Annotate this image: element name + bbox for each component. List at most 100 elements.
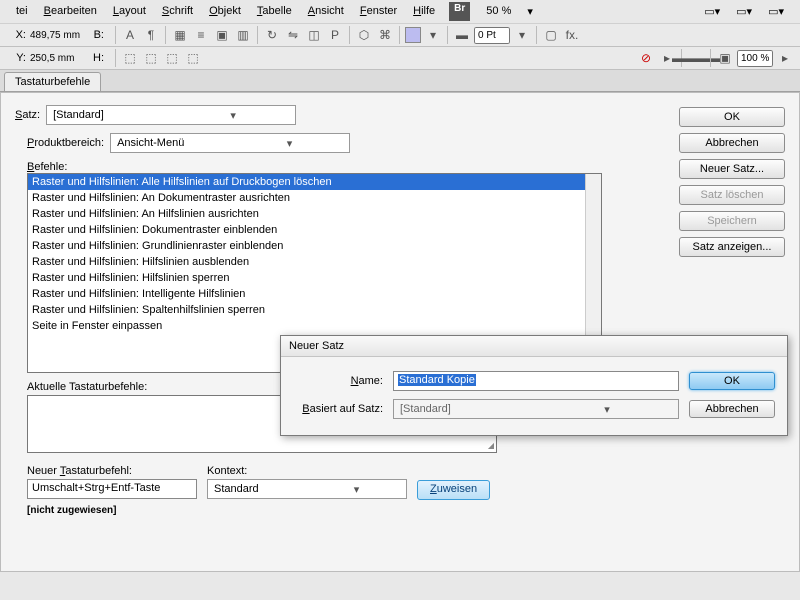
menu-object[interactable]: Objekt xyxy=(201,2,249,21)
menu-layout[interactable]: Layout xyxy=(105,2,154,21)
based-on-combo[interactable]: [Standard] ▾ xyxy=(393,399,679,419)
stroke-icon[interactable]: ▬ xyxy=(453,26,471,44)
set-combo-value: [Standard] xyxy=(47,107,171,123)
new-shortcut-input[interactable]: Umschalt+Strg+Entf-Taste xyxy=(27,479,197,499)
based-on-label: Basiert auf Satz: xyxy=(293,403,383,415)
rotate-icon[interactable]: ↻ xyxy=(263,26,281,44)
chevron-down-icon[interactable]: ▾ xyxy=(424,26,442,44)
workspace-icon[interactable]: ▭▾ xyxy=(760,2,792,21)
context-value: Standard xyxy=(208,481,307,497)
x-value[interactable]: 489,75 mm xyxy=(30,30,86,41)
ok-button[interactable]: OK xyxy=(679,107,785,127)
name-input[interactable]: Standard Kopie xyxy=(393,371,679,391)
area-combo-value: Ansicht-Menü xyxy=(111,135,230,151)
modal-title: Neuer Satz xyxy=(281,336,787,357)
resize-grip-icon[interactable]: ◢ xyxy=(488,441,494,450)
menu-edit[interactable]: Bearbeiten xyxy=(36,2,105,21)
list-item[interactable]: Raster und Hilfslinien: Dokumentraster e… xyxy=(28,222,601,238)
stroke-pt-input[interactable] xyxy=(474,27,510,44)
list-item[interactable]: Raster und Hilfslinien: An Hilfslinien a… xyxy=(28,206,601,222)
menu-bar: tei Bearbeiten Layout Schrift Objekt Tab… xyxy=(0,0,800,24)
menu-window[interactable]: Fenster xyxy=(352,2,405,21)
assign-button[interactable]: Zuweisen xyxy=(417,480,490,500)
hierarchy-icon[interactable]: ⬡ xyxy=(355,26,373,44)
chevron-down-icon[interactable]: ▾ xyxy=(513,26,531,44)
menu-table[interactable]: Tabelle xyxy=(249,2,300,21)
no-stroke-icon[interactable]: ⊘ xyxy=(637,49,655,67)
tab-strip: Tastaturbefehle xyxy=(0,70,800,92)
bridge-icon[interactable]: Br xyxy=(449,2,470,21)
modal-ok-button[interactable]: OK xyxy=(689,372,775,390)
set-combo[interactable]: [Standard] ▾ xyxy=(46,105,296,125)
link-icon[interactable]: ⌘ xyxy=(376,26,394,44)
cancel-button[interactable]: Abbrechen xyxy=(679,133,785,153)
opacity-icon[interactable]: ▣ xyxy=(716,49,734,67)
modal-cancel-button[interactable]: Abbrechen xyxy=(689,400,775,418)
screen-mode-icon[interactable]: ▭▾ xyxy=(696,2,728,21)
delete-set-button: Satz löschen xyxy=(679,185,785,205)
area-label: Produktbereich: xyxy=(27,137,104,149)
list-item[interactable]: Seite in Fenster einpassen xyxy=(28,318,601,334)
y-label: Y: xyxy=(12,52,26,64)
current-shortcut-label: Aktuelle Tastaturbefehle: xyxy=(27,381,147,393)
context-combo[interactable]: Standard ▾ xyxy=(207,479,407,499)
chevron-right-icon[interactable]: ▸ xyxy=(776,49,794,67)
chevron-down-icon[interactable]: ▾ xyxy=(519,2,541,21)
align-icon[interactable]: ≡ xyxy=(192,26,210,44)
name-label: Name: xyxy=(293,375,383,387)
keyboard-shortcuts-dialog: OK Abbrechen Neuer Satz... Satz löschen … xyxy=(0,92,800,572)
unassigned-status: [nicht zugewiesen] xyxy=(27,505,197,516)
crop-icon[interactable]: ◫ xyxy=(305,26,323,44)
chevron-down-icon: ▾ xyxy=(536,401,678,418)
list-item[interactable]: Raster und Hilfslinien: Alle Hilfslinien… xyxy=(28,174,601,190)
set-label: Satz: xyxy=(15,109,40,121)
menu-font[interactable]: Schrift xyxy=(154,2,201,21)
list-item[interactable]: Raster und Hilfslinien: An Dokumentraste… xyxy=(28,190,601,206)
fx-icon[interactable]: fx. xyxy=(563,26,581,44)
zoom-level[interactable]: 50 % xyxy=(478,2,519,21)
icon[interactable]: ⬚ xyxy=(163,49,181,67)
char-icon[interactable]: A xyxy=(121,26,139,44)
list-item[interactable]: Raster und Hilfslinien: Intelligente Hil… xyxy=(28,286,601,302)
h-label: H: xyxy=(90,52,104,64)
show-set-button[interactable]: Satz anzeigen... xyxy=(679,237,785,257)
menu-help[interactable]: Hilfe xyxy=(405,2,443,21)
toolbar: X: 489,75 mm B: A ¶ ▦ ≡ ▣ ▥ ↻ ⇋ ◫ P ⬡ ⌘ … xyxy=(0,24,800,47)
new-set-button[interactable]: Neuer Satz... xyxy=(679,159,785,179)
save-button: Speichern xyxy=(679,211,785,231)
columns-icon[interactable]: ▥ xyxy=(234,26,252,44)
wrap-icon[interactable]: ▣ xyxy=(213,26,231,44)
list-item[interactable]: Raster und Hilfslinien: Spaltenhilfslini… xyxy=(28,302,601,318)
opacity-input[interactable] xyxy=(737,50,773,67)
list-item[interactable]: Raster und Hilfslinien: Grundlinienraste… xyxy=(28,238,601,254)
icon[interactable]: ⬚ xyxy=(142,49,160,67)
stroke-style[interactable]: ▬▬▬▬ xyxy=(687,49,705,67)
menu-view[interactable]: Ansicht xyxy=(300,2,352,21)
tab-shortcuts[interactable]: Tastaturbefehle xyxy=(4,72,101,91)
context-label: Kontext: xyxy=(207,465,407,477)
new-set-modal: Neuer Satz Name: Standard Kopie OK Basie… xyxy=(280,335,788,436)
toolbar-row-2: Y: 250,5 mm H: ⬚ ⬚ ⬚ ⬚ ⊘ ▸ ▬▬▬▬ ▣ ▸ xyxy=(0,47,800,70)
para-icon[interactable]: ¶ xyxy=(142,26,160,44)
p-icon[interactable]: P xyxy=(326,26,344,44)
effects-icon[interactable]: ▢ xyxy=(542,26,560,44)
y-value[interactable]: 250,5 mm xyxy=(30,53,86,64)
list-item[interactable]: Raster und Hilfslinien: Hilfslinien ausb… xyxy=(28,254,601,270)
chevron-down-icon: ▾ xyxy=(307,481,406,498)
name-input-value: Standard Kopie xyxy=(398,374,476,386)
commands-label: Befehle: xyxy=(27,161,67,173)
chevron-down-icon: ▾ xyxy=(230,135,349,152)
chevron-down-icon: ▾ xyxy=(171,107,295,124)
x-label: X: xyxy=(12,29,26,41)
flip-icon[interactable]: ⇋ xyxy=(284,26,302,44)
menu-file[interactable]: tei xyxy=(8,2,36,21)
arrange-icon[interactable]: ▭▾ xyxy=(728,2,760,21)
grid-icon[interactable]: ▦ xyxy=(171,26,189,44)
area-combo[interactable]: Ansicht-Menü ▾ xyxy=(110,133,350,153)
icon[interactable]: ⬚ xyxy=(121,49,139,67)
new-shortcut-label: Neuer Tastaturbefehl: xyxy=(27,465,197,477)
b-label: B: xyxy=(90,29,104,41)
icon[interactable]: ⬚ xyxy=(184,49,202,67)
fill-swatch[interactable] xyxy=(405,27,421,43)
list-item[interactable]: Raster und Hilfslinien: Hilfslinien sper… xyxy=(28,270,601,286)
